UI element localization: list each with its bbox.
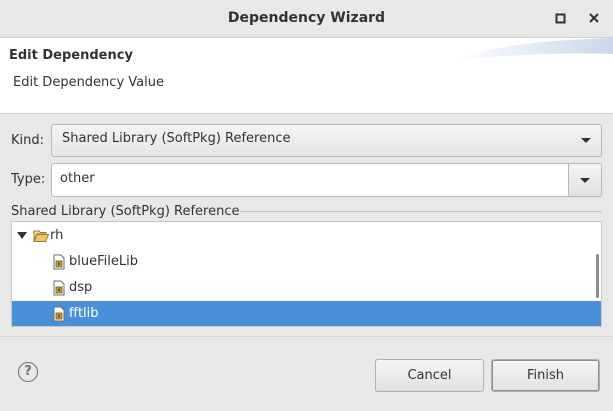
tree-row-root[interactable]: rh [12, 223, 601, 249]
finish-button[interactable]: Finish [491, 359, 600, 392]
expand-arrow-icon[interactable] [17, 232, 27, 240]
maximize-button[interactable] [552, 9, 570, 27]
tree-item-label: fftlib [69, 306, 99, 321]
library-tree[interactable]: rh blueFileLib dsp fftlib [11, 221, 602, 327]
close-button[interactable] [585, 9, 603, 27]
type-label: Type: [11, 172, 46, 187]
banner-subtitle: Edit Dependency Value [13, 75, 164, 90]
library-file-icon [53, 306, 65, 322]
help-button[interactable]: ? [18, 362, 38, 382]
library-file-icon [53, 280, 65, 296]
kind-combo[interactable]: Shared Library (SoftPkg) Reference [51, 124, 602, 157]
chevron-down-icon [581, 138, 591, 143]
chevron-down-icon [580, 178, 590, 183]
kind-label: Kind: [11, 133, 45, 148]
group-border [238, 211, 602, 212]
tree-row-bluefilelib[interactable]: blueFileLib [12, 249, 601, 275]
tree-item-label: dsp [69, 280, 93, 295]
kind-value: Shared Library (SoftPkg) Reference [62, 131, 291, 146]
banner-swoosh-graphic [453, 38, 613, 60]
tree-row-fftlib[interactable]: fftlib [12, 301, 601, 326]
tree-root-label: rh [50, 228, 64, 243]
wizard-banner: Edit Dependency Edit Dependency Value [0, 38, 613, 114]
tree-item-label: blueFileLib [69, 254, 138, 269]
maximize-icon [555, 13, 566, 24]
type-input[interactable]: other [51, 163, 569, 197]
banner-title: Edit Dependency [9, 48, 133, 63]
cancel-button[interactable]: Cancel [375, 359, 484, 392]
tree-scrollbar[interactable] [596, 254, 599, 298]
library-file-icon [53, 254, 65, 270]
window-title: Dependency Wizard [227, 10, 386, 26]
close-icon [589, 13, 599, 23]
type-dropdown-button[interactable] [569, 163, 602, 197]
group-label: Shared Library (SoftPkg) Reference [11, 204, 240, 219]
footer-separator [0, 336, 613, 337]
tree-row-dsp[interactable]: dsp [12, 275, 601, 301]
dependency-wizard-window: Dependency Wizard Edit Dependency Edit D… [0, 0, 613, 411]
type-value: other [60, 171, 95, 186]
folder-open-icon [33, 230, 49, 242]
title-bar: Dependency Wizard [0, 0, 613, 38]
